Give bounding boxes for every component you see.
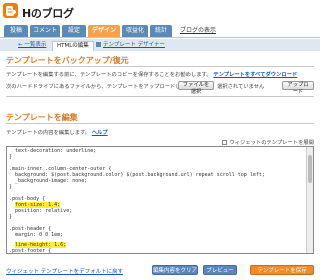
blog-title: Hのブログ <box>22 7 74 20</box>
tab-monetize[interactable]: 収益化 <box>122 25 148 37</box>
tab-comments[interactable]: コメント <box>30 25 60 37</box>
code-line: margin: 0 0 1em; <box>9 232 64 238</box>
designer-icon <box>96 42 101 47</box>
back-to-list-link[interactable]: ← 一覧表示 <box>18 41 46 50</box>
edit-desc-text: テンプレートの内容を編集します。 <box>6 130 91 136</box>
tab-settings[interactable]: 設定 <box>62 25 86 37</box>
save-template-button[interactable]: テンプレートを保存 <box>250 265 314 275</box>
tab-posts[interactable]: 投稿 <box>4 25 28 37</box>
blogger-logo-icon[interactable] <box>3 3 18 18</box>
preview-button[interactable]: プレビュー <box>203 265 237 275</box>
tab-stats[interactable]: 統計 <box>150 25 172 37</box>
app-header: Hのブログ <box>0 0 320 22</box>
template-designer-link[interactable]: テンプレート デザイナー <box>96 41 165 50</box>
backup-desc: テンプレートを編集する前に、テンプレートのコピーを保存することをお勧めします。 … <box>6 70 297 78</box>
divider <box>6 66 314 67</box>
code-line: } <box>9 214 13 220</box>
scrollbar-thumb[interactable] <box>308 155 312 183</box>
code-line: } <box>9 154 13 160</box>
choose-file-button[interactable]: ファイルを選択 <box>178 81 214 95</box>
divider <box>6 96 314 97</box>
revert-widget-template-link[interactable]: ウィジェット テンプレートをデフォルトに戻す <box>6 267 123 275</box>
code-line: .post-footer { <box>9 248 52 254</box>
edit-desc: テンプレートの内容を編集します。 ヘルプ <box>6 128 108 136</box>
divider <box>6 123 314 124</box>
design-subnav: ← 一覧表示 HTMLの編集 テンプレート デザイナー <box>0 39 320 51</box>
code-line: } <box>9 184 13 190</box>
expand-widget-templates[interactable]: ウィジェットのテンプレートを展開 <box>222 138 314 146</box>
no-file-selected-text: 選択されていません <box>217 84 265 90</box>
help-link[interactable]: ヘルプ <box>92 130 108 136</box>
tab-edit-html[interactable]: HTMLの編集 <box>52 41 94 51</box>
code-line: position: relative; <box>9 208 73 214</box>
code-line: _background-image: none; <box>9 178 88 184</box>
template-designer-label: テンプレート デザイナー <box>103 42 165 48</box>
code-line: text-decoration: underline; <box>9 148 97 154</box>
expand-widget-checkbox[interactable] <box>222 140 228 145</box>
view-blog-link[interactable]: ブログの表示 <box>176 25 220 37</box>
main-tabs: 投稿 コメント 設定 デザイン 収益化 統計 ブログの表示 <box>0 22 320 38</box>
upload-button[interactable]: アップロード <box>282 81 314 95</box>
template-code-editor[interactable]: text-decoration: underline; } .main-inne… <box>6 146 314 254</box>
upload-desc: 次のハードドライブにあるファイルから、テンプレートをアップロードします。 <box>6 84 197 90</box>
clear-edits-button[interactable]: 編集内容をクリア <box>152 265 198 275</box>
editor-scrollbar[interactable] <box>306 147 313 253</box>
edit-section-title: テンプレートを編集 <box>6 113 78 122</box>
download-template-link[interactable]: テンプレートをすべてダウンロード <box>213 72 297 78</box>
tab-design[interactable]: デザイン <box>88 25 120 37</box>
backup-desc-text: テンプレートを編集する前に、テンプレートのコピーを保存することをお勧めします。 <box>6 72 212 78</box>
backup-section-title: テンプレートをバックアップ/復元 <box>6 56 129 65</box>
